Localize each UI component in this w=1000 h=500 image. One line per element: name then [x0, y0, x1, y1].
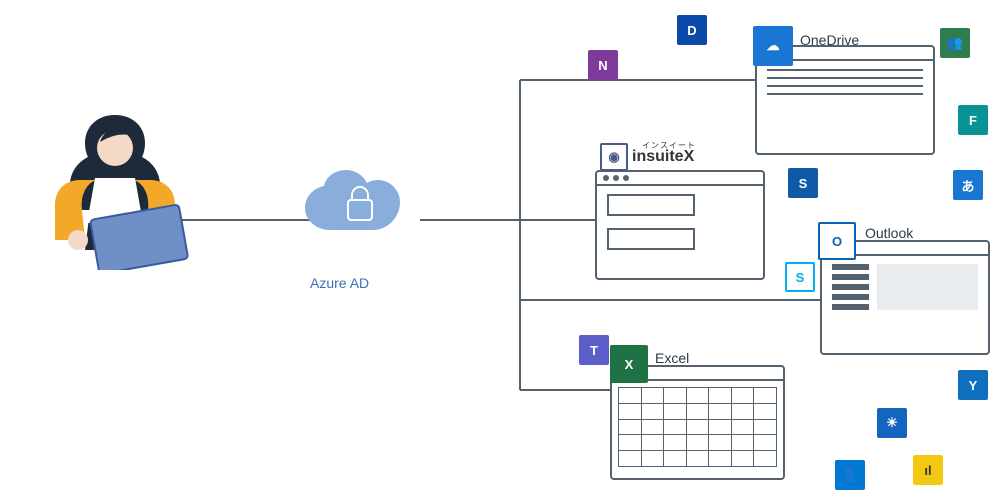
skype-icon: S: [785, 262, 815, 292]
weather-icon: ☀: [877, 408, 907, 438]
outlook-label: Outlook: [865, 225, 913, 241]
dynamics-icon: D: [677, 15, 707, 45]
sharepoint-icon: S: [788, 168, 818, 198]
onedrive-icon: ☁: [753, 26, 793, 66]
excel-label: Excel: [655, 350, 689, 366]
onenote-icon: N: [588, 50, 618, 80]
outlook-icon: O: [818, 222, 856, 260]
azure-label: Azure AD: [310, 275, 369, 291]
onedrive-label: OneDrive: [800, 32, 859, 48]
user-illustration: [30, 100, 200, 270]
insuitex-icon: ◉: [600, 143, 628, 171]
translator-icon: あ: [953, 170, 983, 200]
forms-icon: F: [958, 105, 988, 135]
people-icon: 👥: [940, 28, 970, 58]
azure-cloud: [300, 170, 420, 250]
delve-icon: 👤: [835, 460, 865, 490]
powerbi-icon: ıl: [913, 455, 943, 485]
insuitex-window: [595, 170, 765, 280]
excel-icon: X: [610, 345, 648, 383]
insuitex-sub-label: インスイート: [642, 140, 696, 151]
teams-icon: T: [579, 335, 609, 365]
yammer-icon: Y: [958, 370, 988, 400]
